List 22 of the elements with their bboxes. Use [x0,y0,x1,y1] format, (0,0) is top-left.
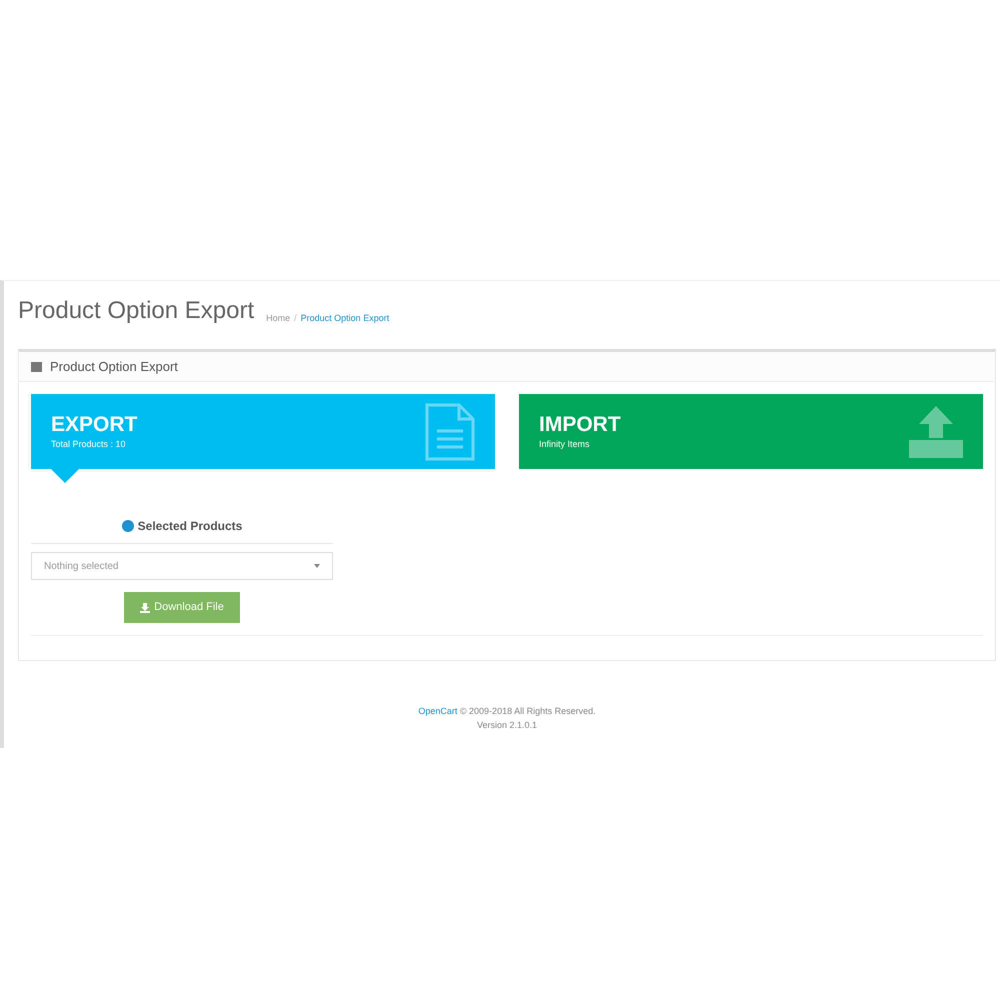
caret-icon [314,564,320,568]
download-icon [140,602,150,612]
breadcrumb-separator: / [294,312,297,324]
breadcrumb-link[interactable]: Home [266,312,290,325]
document-icon [425,402,475,460]
version-text: Version 2.1.0.1 [476,718,538,732]
product-select[interactable]: Nothing selected [31,552,333,580]
pointer-icon [51,469,79,483]
tile-title: IMPORT [539,412,621,438]
opencart-link[interactable]: OpenCart [418,706,458,716]
list-icon [31,362,42,372]
breadcrumb-link[interactable]: Product Option Export [300,312,390,325]
tile-subtitle: Infinity Items [539,438,591,451]
download-button[interactable]: Download File [124,592,240,623]
tile[interactable]: IMPORT Infinity Items [519,394,983,469]
copyright-text: OpenCart © 2009-2018 All Rights Reserved. [418,705,596,718]
panel-title: Product Option Export [50,358,178,376]
upload-icon [909,406,963,458]
page-title: Product Option Export [18,296,254,326]
tile-title: EXPORT [51,412,138,438]
field-label: Selected Products [138,518,242,535]
tile-subtitle: Total Products : 10 [51,438,127,451]
